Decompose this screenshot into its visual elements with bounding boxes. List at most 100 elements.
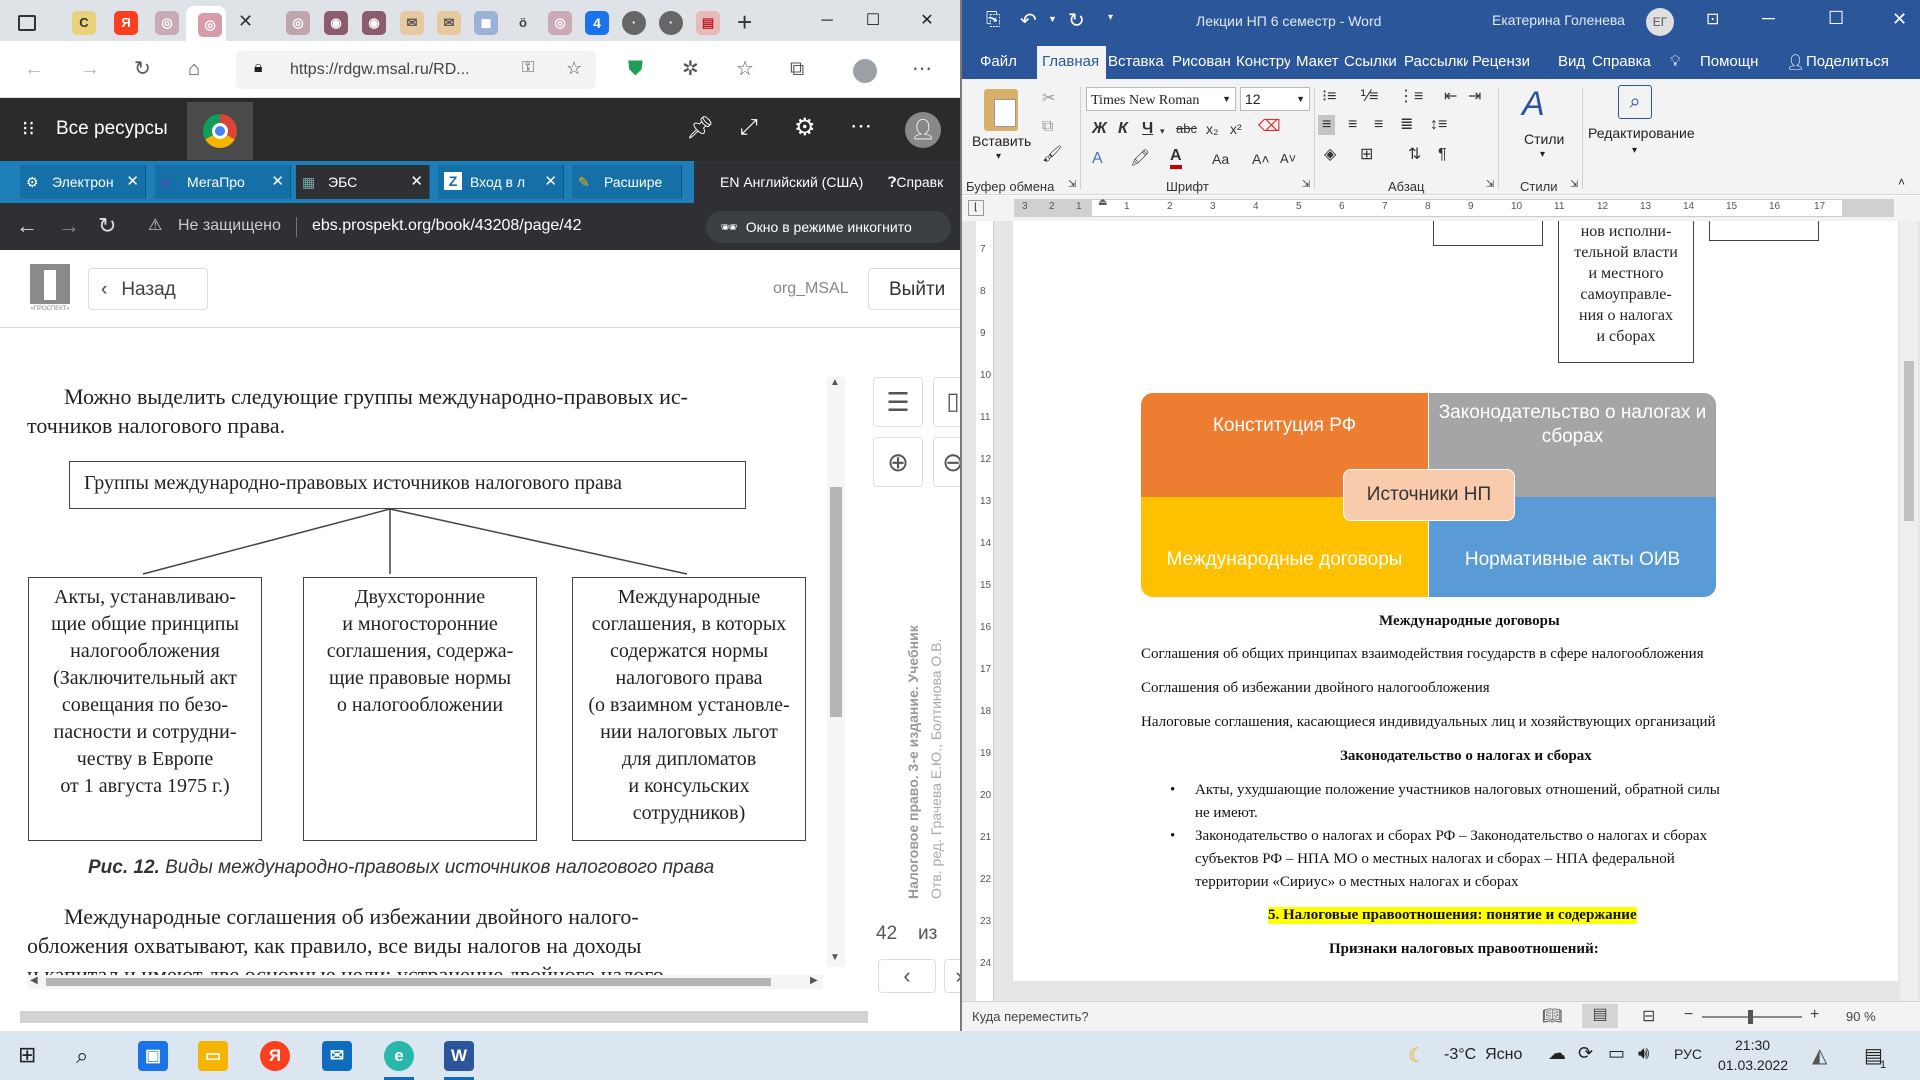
styles-icon[interactable]: A	[1522, 85, 1545, 124]
shrink-font-icon[interactable]: A˅	[1280, 149, 1296, 169]
close-window-button[interactable]: ✕	[1892, 9, 1907, 30]
tab-extensions[interactable]: ✎ Расшире	[572, 165, 682, 199]
text-effects-icon[interactable]: A	[1092, 149, 1103, 169]
tab-design[interactable]: Конструктор	[1236, 53, 1290, 70]
language-indicator[interactable]: РУС	[1674, 1046, 1702, 1062]
user-avatar[interactable]: 👤︎	[905, 112, 941, 148]
tab-favicon-15[interactable]: ·	[659, 11, 683, 35]
strikethrough-icon[interactable]: abc	[1176, 119, 1197, 139]
indent-marker[interactable]: ⏏	[1098, 197, 1107, 208]
decrease-indent-icon[interactable]: ⇤	[1444, 87, 1457, 107]
maximize-button[interactable]: ☐	[1828, 8, 1844, 29]
h-scroll-thumb[interactable]	[46, 978, 771, 986]
zoom-in-icon[interactable]: +	[1810, 1006, 1819, 1024]
back-button[interactable]: ‹ Назад	[88, 268, 208, 310]
tab-favicon-11[interactable]: ö	[511, 11, 535, 35]
incognito-badge[interactable]: 🕶︎ Окно в режиме инкогнито	[706, 211, 951, 243]
forward-icon[interactable]: →	[58, 213, 80, 239]
chrome-icon[interactable]	[187, 102, 253, 160]
tab-file[interactable]: Файл	[980, 53, 1017, 70]
collections-icon[interactable]: ⧉	[790, 57, 804, 81]
lightbulb-icon[interactable]: 💡︎	[1670, 53, 1681, 70]
highlight-icon[interactable]: 🖍︎	[1130, 149, 1150, 169]
align-left-icon[interactable]: ≡	[1318, 115, 1336, 135]
tab-ebs[interactable]: ▦ ЭБС ✕	[296, 165, 430, 199]
sort-icon[interactable]: ⇅	[1408, 145, 1421, 165]
tab-favicon-14[interactable]: ·	[622, 11, 646, 35]
read-mode-icon[interactable]: 📖︎	[1542, 1006, 1562, 1026]
page-number[interactable]: 42	[876, 923, 897, 945]
borders-icon[interactable]: ⊞	[1360, 145, 1373, 165]
scroll-down-icon[interactable]: ▼	[830, 952, 840, 963]
paste-icon[interactable]	[984, 89, 1018, 131]
styles-button[interactable]: Стили	[1524, 131, 1564, 147]
grow-font-icon2[interactable]: A˄	[1252, 149, 1270, 169]
start-windows-icon[interactable]: ⊞	[18, 1043, 42, 1067]
show-marks-icon[interactable]: ¶	[1438, 145, 1447, 165]
window-icon[interactable]	[18, 15, 36, 31]
format-painter-icon[interactable]: 🖌︎	[1042, 145, 1062, 165]
search-icon[interactable]: ⌕	[76, 1043, 88, 1069]
tab-favicon-6[interactable]: ◉	[324, 11, 348, 35]
shading-icon[interactable]: ◈	[1324, 145, 1336, 165]
tab-view[interactable]: Вид	[1558, 53, 1585, 70]
superscript-icon[interactable]: x²	[1230, 119, 1242, 139]
subscript-icon[interactable]: x₂	[1206, 119, 1218, 139]
onedrive-sync-icon[interactable]: ⟳	[1578, 1043, 1593, 1064]
prospekt-logo[interactable]: «ПРОСПЕКТ»	[28, 264, 72, 314]
weather-icon[interactable]: ☾	[1408, 1043, 1426, 1068]
undo-icon[interactable]: ↶	[1020, 8, 1037, 33]
key-icon[interactable]: ⚿	[522, 59, 534, 77]
scroll-up-icon[interactable]: ▲	[830, 377, 840, 388]
meet-icon[interactable]: ◭	[1812, 1043, 1827, 1068]
cut-icon[interactable]: ✂	[1042, 89, 1055, 109]
underline-dropdown-icon[interactable]: ▾	[1160, 121, 1165, 141]
smartart-center[interactable]: Источники НП	[1343, 469, 1515, 521]
tab-favicon-8[interactable]: ✉	[400, 11, 424, 35]
tab-favicon-5[interactable]: ◎	[286, 11, 310, 35]
zoom-slider-thumb[interactable]	[1748, 1010, 1753, 1024]
clipboard-launcher-icon[interactable]: ⇲	[1068, 179, 1076, 190]
align-center-icon[interactable]: ≡	[1348, 115, 1357, 135]
tab-stop-selector[interactable]: ⌊	[968, 200, 984, 216]
font-launcher-icon[interactable]: ⇲	[1302, 179, 1310, 190]
mail-icon[interactable]: ✉	[322, 1041, 352, 1071]
help-tab[interactable]: ❓︎Справк	[888, 161, 960, 203]
volume-icon[interactable]: 🔊︎	[1638, 1043, 1649, 1064]
font-size-select[interactable]: 12 ▼	[1240, 87, 1310, 111]
close-icon[interactable]: ✕	[410, 165, 423, 199]
tab-favicon-pdf[interactable]: ▤	[696, 11, 720, 35]
tell-me-search[interactable]: Помощн	[1700, 53, 1758, 70]
refresh-icon[interactable]: ↻	[134, 57, 151, 81]
settings-gear-icon[interactable]: ⚙	[794, 113, 816, 142]
tab-draw[interactable]: Рисован	[1172, 53, 1231, 70]
clear-formatting-icon[interactable]: ⌫	[1258, 117, 1281, 137]
close-window-button[interactable]: ✕	[907, 8, 947, 34]
tab-login[interactable]: Z Вход в л ✕	[438, 165, 564, 199]
paragraph-launcher-icon[interactable]: ⇲	[1486, 179, 1494, 190]
customize-qat-icon[interactable]: ▾	[1108, 12, 1113, 23]
fullscreen-icon[interactable]: ⤢	[740, 114, 758, 140]
tab-favicon-10[interactable]: ◼	[474, 11, 498, 35]
close-tab-icon[interactable]: ✕	[238, 11, 253, 32]
redo-icon[interactable]: ↻	[1068, 8, 1085, 33]
favorites-icon[interactable]: ☆	[736, 57, 754, 81]
font-name-select[interactable]: Times New Roman ▼	[1086, 87, 1236, 111]
clock-time[interactable]: 21:30	[1735, 1037, 1770, 1053]
tab-mailings[interactable]: Рассылки	[1404, 53, 1468, 70]
change-case-icon[interactable]: Aa	[1212, 149, 1229, 169]
tab-layout[interactable]: Макет	[1296, 53, 1338, 70]
new-tab-button[interactable]: +	[737, 7, 752, 38]
extensions-icon[interactable]: ✲	[682, 57, 699, 81]
home-icon[interactable]: ⌂	[188, 57, 200, 81]
tab-count-badge[interactable]: 4	[585, 11, 609, 35]
italic-button[interactable]: К	[1118, 119, 1128, 139]
url-text[interactable]: ebs.prospekt.org/book/43208/page/42	[312, 217, 582, 235]
close-icon[interactable]: ✕	[271, 165, 284, 199]
tab-insert[interactable]: Вставка	[1108, 53, 1164, 70]
zoom-level[interactable]: 90 %	[1846, 1009, 1876, 1024]
more-icon[interactable]: ⋯	[850, 113, 872, 139]
tab-review[interactable]: Рецензи	[1472, 53, 1530, 70]
bold-button[interactable]: Ж	[1092, 119, 1107, 139]
pin-icon[interactable]: 📌︎	[686, 115, 714, 141]
